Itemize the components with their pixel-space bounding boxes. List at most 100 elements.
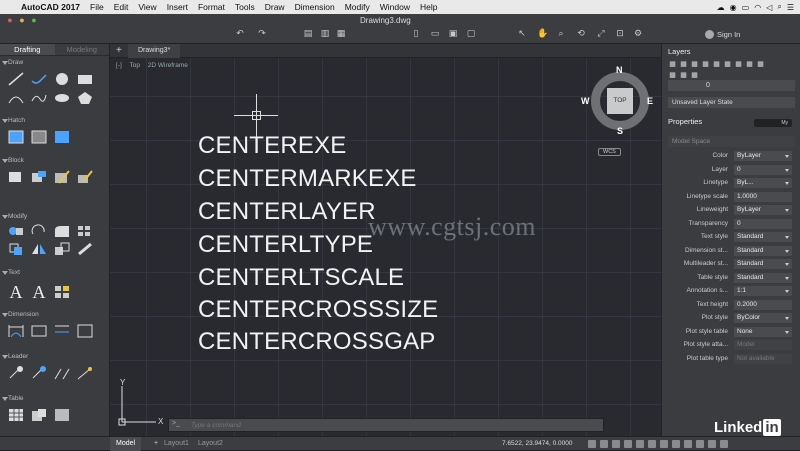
command-line[interactable]: >_ Type a command [168, 418, 604, 432]
open-icon[interactable]: ▭ [430, 29, 440, 38]
menu-format[interactable]: Format [193, 2, 230, 12]
polyline-tool-icon[interactable] [29, 70, 49, 88]
baseline-dimension-icon[interactable] [52, 322, 72, 340]
workspace-toggle-icon[interactable] [696, 440, 704, 448]
eye-icon[interactable]: ◉ [730, 3, 737, 12]
menu-file[interactable]: File [85, 2, 109, 12]
grid-toggle-icon[interactable] [588, 440, 596, 448]
rotate-tool-icon[interactable] [29, 222, 49, 240]
leader-style-icon[interactable] [75, 364, 95, 382]
fullscreen-toggle-icon[interactable] [720, 440, 728, 448]
layer-isolate-icon[interactable]: ▦ [701, 61, 710, 69]
dimension-style-icon[interactable] [29, 322, 49, 340]
drawing-text-line[interactable]: CENTEREXE [198, 132, 347, 160]
model-tab[interactable]: Model [110, 437, 142, 451]
print-icon[interactable]: ▤ [303, 29, 313, 38]
layer-delete-icon[interactable]: ▦ [690, 72, 699, 80]
ortho-toggle-icon[interactable] [612, 440, 620, 448]
rectangle-tool-icon[interactable] [75, 70, 95, 88]
arc-tool-icon[interactable] [6, 89, 26, 107]
line-tool-icon[interactable] [6, 70, 26, 88]
fillet-tool-icon[interactable] [52, 222, 72, 240]
minimize-window-icon[interactable]: ● [17, 16, 27, 25]
drawing-text-line[interactable]: CENTERMARKEXE [198, 165, 417, 193]
extract-data-icon[interactable] [29, 406, 49, 424]
drawing-text-line[interactable]: CENTERLTSCALE [198, 264, 404, 292]
property-value[interactable]: Not available [734, 353, 792, 364]
mirror-tool-icon[interactable] [29, 240, 49, 258]
link-data-icon[interactable] [52, 406, 72, 424]
section-header-dimension[interactable]: Dimension [0, 310, 110, 320]
section-header-leader[interactable]: Leader [0, 352, 110, 362]
select-icon[interactable]: ↖ [517, 29, 527, 38]
property-value[interactable]: Standard [734, 245, 792, 256]
workspace-icon[interactable]: ⚙ [633, 29, 643, 38]
section-header-table[interactable]: Table [0, 394, 110, 404]
plot-icon[interactable]: ▥ [320, 29, 330, 38]
view-name[interactable]: Top [129, 62, 139, 69]
text-edit-icon[interactable] [52, 283, 72, 301]
annotation-scale-icon[interactable] [684, 440, 692, 448]
multileader-icon[interactable] [6, 364, 26, 382]
erase-tool-icon[interactable] [75, 240, 95, 258]
property-value[interactable]: 0 [734, 164, 792, 175]
pan-hand-icon[interactable]: ✋ [537, 29, 548, 38]
save-icon[interactable]: ▣ [448, 29, 458, 38]
menu-window[interactable]: Window [375, 2, 415, 12]
properties-toggle[interactable]: My [754, 119, 792, 127]
hatch-tool-icon[interactable] [6, 128, 26, 146]
otrack-toggle-icon[interactable] [648, 440, 656, 448]
publish-icon[interactable]: ▦ [336, 29, 346, 38]
document-tab[interactable]: Drawing3* [128, 44, 181, 58]
viewcube[interactable]: TOP N S E W [581, 65, 655, 136]
menu-view[interactable]: View [133, 2, 161, 12]
undo-icon[interactable]: ↶ [235, 29, 245, 38]
osnap-toggle-icon[interactable] [636, 440, 644, 448]
layer-unisolate-icon[interactable]: ▦ [712, 61, 721, 69]
section-header-block[interactable]: Block [0, 156, 110, 166]
table-tool-icon[interactable] [6, 406, 26, 424]
layer-freeze-icon[interactable]: ▦ [723, 61, 732, 69]
isolate-toggle-icon[interactable] [708, 440, 716, 448]
ellipse-tool-icon[interactable] [52, 89, 72, 107]
redo-icon[interactable]: ↷ [257, 29, 267, 38]
wifi-icon[interactable]: ◠ [754, 3, 761, 12]
section-header-modify[interactable]: Modify [0, 212, 110, 222]
circle-tool-icon[interactable] [52, 70, 72, 88]
attribute-icon[interactable] [75, 168, 95, 186]
property-value[interactable]: Standard [734, 272, 792, 283]
linear-dimension-icon[interactable] [6, 322, 26, 340]
menu-help[interactable]: Help [415, 2, 442, 12]
multiline-text-icon[interactable]: A [6, 282, 26, 302]
wcs-menu[interactable]: WCS [598, 148, 621, 156]
menu-draw[interactable]: Draw [260, 2, 290, 12]
layer-match-icon[interactable]: ▦ [679, 61, 688, 69]
visual-style[interactable]: 2D Wireframe [148, 62, 188, 69]
dimension-edit-icon[interactable] [75, 322, 95, 340]
layout1-tab[interactable]: Layout1 [158, 437, 195, 451]
compass-north[interactable]: N [616, 65, 623, 75]
boundary-tool-icon[interactable] [52, 128, 72, 146]
menu-modify[interactable]: Modify [340, 2, 375, 12]
tab-drafting[interactable]: Drafting [0, 44, 55, 55]
transparency-toggle-icon[interactable] [672, 440, 680, 448]
new-icon[interactable]: ▯ [411, 29, 421, 38]
current-layer-dropdown[interactable]: 0 [668, 80, 795, 91]
move-tool-icon[interactable] [6, 222, 26, 240]
viewport-menu[interactable]: [-] [116, 62, 122, 69]
cloud-icon[interactable]: ☁ [717, 3, 725, 12]
property-value[interactable]: 0 [734, 218, 792, 229]
drawing-text-line[interactable]: CENTERCROSSGAP [198, 328, 436, 356]
section-header-draw[interactable]: Draw [0, 58, 110, 68]
add-leader-icon[interactable] [29, 364, 49, 382]
scale-tool-icon[interactable] [52, 240, 72, 258]
compass-south[interactable]: S [617, 126, 623, 136]
command-input[interactable]: Type a command [191, 422, 241, 429]
layer-lock-icon[interactable]: ▦ [745, 61, 754, 69]
menu-dimension[interactable]: Dimension [290, 2, 340, 12]
compass-west[interactable]: W [581, 96, 590, 106]
property-value[interactable]: 1.0000 [734, 191, 792, 202]
align-leader-icon[interactable] [52, 364, 72, 382]
drawing-text-line[interactable]: CENTERCROSSSIZE [198, 296, 438, 324]
zoom-extents-icon[interactable]: ⤢ [596, 29, 606, 38]
